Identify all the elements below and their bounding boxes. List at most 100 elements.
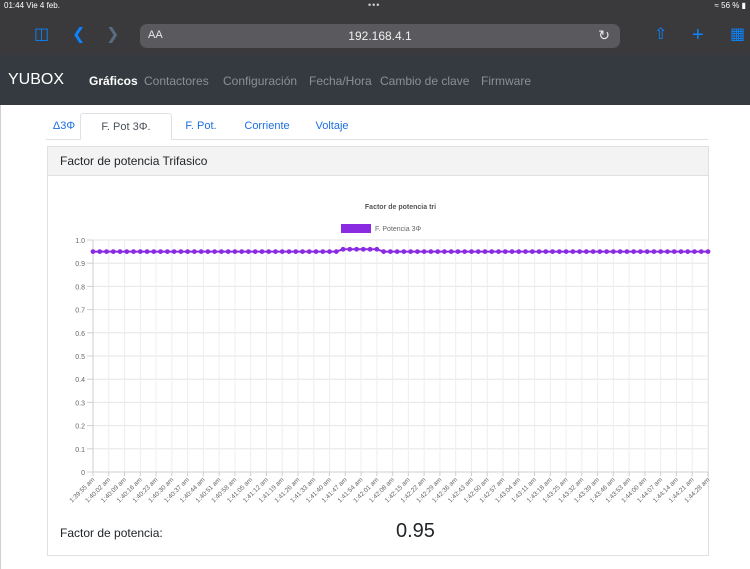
series-point [219,249,224,255]
series-point [617,249,623,255]
series-point [252,249,258,255]
y-tick-label: 0.9 [75,261,85,268]
y-tick-label: 0.3 [75,400,85,407]
series-point [563,249,569,255]
series-point [570,249,576,255]
y-tick-label: 1.0 [75,238,85,245]
series-point [347,246,353,252]
series-point [171,249,177,255]
power-factor-chart: Factor de potencia tri F. Potencia 3Φ 0 0.1… [68,204,711,504]
series-point [536,249,542,255]
y-tick-label: 0.5 [75,354,85,361]
series-point [475,249,481,255]
series-point [320,249,326,255]
series-point [401,249,407,255]
series-point [698,249,704,255]
series-point [671,249,677,255]
series-point [367,246,373,252]
series-point [408,249,414,255]
series-point [543,249,549,255]
series-point [448,249,454,255]
series-point [509,249,515,255]
series-point [590,249,596,255]
power-factor-value: 0.95 [396,520,435,542]
series-point [394,249,400,255]
y-tick-label: 0.7 [75,308,85,315]
series-point [381,249,387,255]
series-point [374,246,380,252]
chart-title: Factor de potencia tri [365,204,436,211]
series-point [110,249,116,255]
series-point [489,249,495,255]
series-point [678,249,684,255]
series-point [131,249,136,255]
series-point [124,249,130,255]
series-point [516,249,522,255]
legend-label: F. Potencia 3Φ [375,226,421,233]
series-point [333,249,339,255]
series-point [604,249,610,255]
series-point [90,249,96,255]
series-point [387,249,393,255]
series-point [293,249,299,255]
series-point [685,249,691,255]
series-point [225,249,231,255]
series-point [246,249,251,255]
series-point [164,249,170,255]
series-point [104,249,109,255]
legend-swatch [341,224,371,233]
series-point [178,249,184,255]
series-point [658,249,664,255]
series-point [300,249,305,255]
series-point [583,249,589,255]
y-tick-label: 0.2 [75,424,85,431]
series-point [435,249,441,255]
series-point [212,249,218,255]
series-point [158,249,163,255]
series-point [644,249,650,255]
series-point [421,249,427,255]
series-point [455,249,461,255]
series-point [144,249,150,255]
series-point [232,249,238,255]
series-point [137,249,143,255]
y-tick-label: 0.6 [75,331,85,338]
series-point [462,249,468,255]
series-point [354,246,359,252]
series-point [469,249,474,255]
series-point [529,249,535,255]
series-point [665,249,670,255]
series-point [631,249,637,255]
series-point [306,249,312,255]
series-point [273,249,278,255]
series-point [239,249,245,255]
series-point [191,249,197,255]
series-point [496,249,501,255]
power-factor-label: Factor de potencia: [60,526,163,540]
series-point [340,246,346,252]
series-point [523,249,528,255]
series-point [266,249,272,255]
series-point [205,249,211,255]
series-point [624,249,630,255]
series-point [550,249,555,255]
series-point [502,249,508,255]
series-point [327,249,332,255]
series-point [577,249,582,255]
y-tick-label: 0.4 [75,377,85,384]
series-point [286,249,292,255]
series-point [692,249,697,255]
series-point [442,249,447,255]
series-point [705,249,711,255]
series-point [414,249,420,255]
series-point [198,249,204,255]
y-tick-label: 0.8 [75,284,85,291]
series-point [597,249,603,255]
series-point [279,249,285,255]
series-point [651,249,657,255]
series-point [313,249,319,255]
series-point [428,249,434,255]
series-point [97,249,103,255]
series-point [610,249,616,255]
series-point [117,249,123,255]
